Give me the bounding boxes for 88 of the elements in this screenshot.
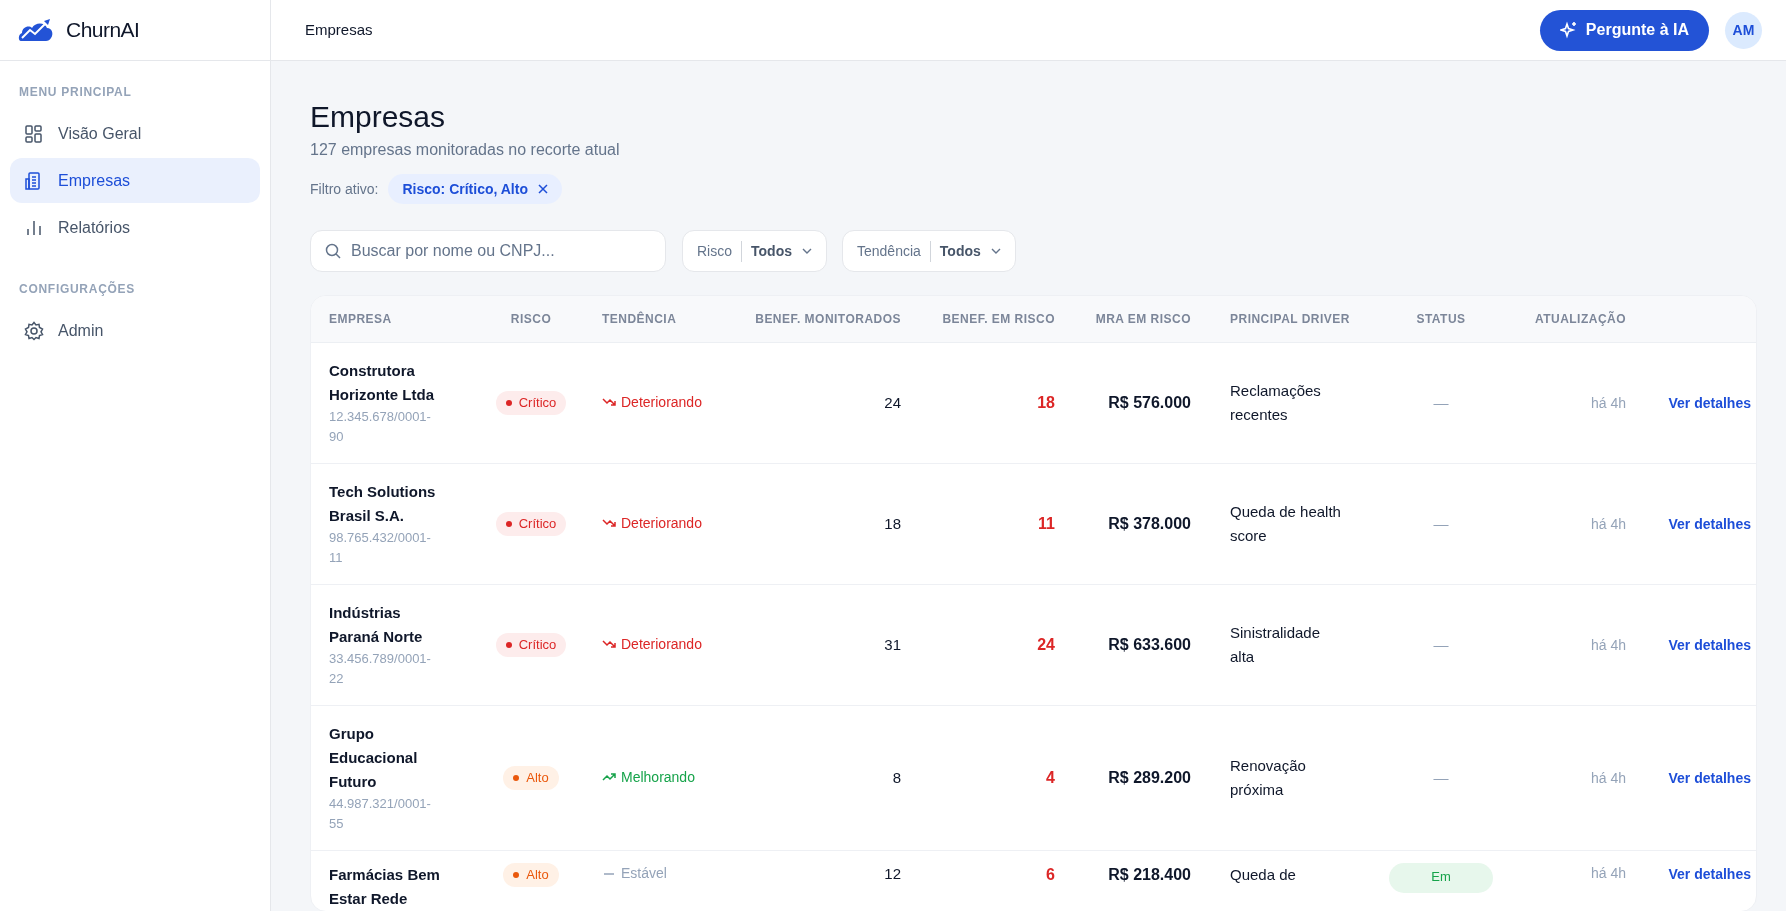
table-cell-text: 12 [883,864,901,884]
ask-ai-button[interactable]: Pergunte à IA [1539,9,1709,51]
status-badge: Em [1389,863,1493,893]
risk-badge: Crítico [495,512,567,536]
sidebar-item[interactable]: Visão Geral [10,111,260,156]
details-link[interactable]: Ver detalhes [1668,769,1751,786]
brand-name: ChurnAI [66,17,140,44]
table-cell-text: 31 [883,634,901,655]
column-header: TENDÊNCIA [601,310,678,328]
trend-indicator: Deteriorando [602,633,702,655]
search-field[interactable]: Buscar por nome ou CNPJ... [310,230,666,272]
risk-badge: Alto [503,766,559,790]
page-header-title: Empresas [305,19,373,40]
filter-dropdown[interactable]: Risco Todos [682,230,827,272]
company-cnpj: 33.456.789/0001-22 [329,650,432,688]
column-header: BENEF. EM RISCO [941,311,1055,328]
filter-dropdown[interactable]: Tendência Todos [842,230,1016,272]
column-header: BENEF. MONITORADOS [754,311,901,328]
sparkle-icon [1559,21,1578,39]
company-name: Indústrias Paraná Norte [329,603,424,647]
company-cnpj: 98.765.432/0001-11 [329,529,432,567]
status-empty: — [1433,513,1449,534]
user-avatar[interactable]: AM [1725,11,1762,49]
table-cell-text: 24 [883,392,901,413]
details-link[interactable]: Ver detalhes [1668,515,1751,532]
trend-indicator: Melhorando [602,766,695,788]
column-header: RISCO [509,311,553,328]
settings-icon [24,320,44,341]
sidebar-item[interactable]: Admin [10,308,260,353]
risk-badge: Crítico [495,391,567,415]
table-cell-text: R$ 289.200 [1107,768,1191,788]
status-empty: — [1433,767,1449,788]
table-cell-text: R$ 633.600 [1107,635,1191,655]
sidebar-item[interactable]: Relatórios [10,205,260,250]
driver-text: Reclamações recentes [1230,381,1322,425]
company-name: Construtora Horizonte Ltda [329,361,435,405]
driver-text: Queda de health score [1230,502,1342,546]
column-header: PRINCIPAL DRIVER [1229,311,1351,328]
column-header: MRA EM RISCO [1094,311,1191,328]
company-name: Tech Solutions Brasil S.A. [329,482,437,526]
table-cell-text: 11 [1037,514,1055,534]
page-subtitle: 127 empresas monitoradas no recorte atual [310,140,621,160]
details-link[interactable]: Ver detalhes [1668,636,1751,653]
table-cell-text: há 4h [1589,514,1626,534]
grid-icon [24,123,44,144]
filter-label: Filtro ativo: [310,179,379,199]
company-name: Grupo Educacional Futuro [329,724,419,792]
table-cell-text: 6 [1045,865,1055,885]
sidebar-item[interactable]: Empresas [10,158,260,203]
section-heading: MENU PRINCIPAL [18,84,133,101]
risk-badge: Crítico [495,633,567,657]
table-cell-text: 18 [883,513,901,534]
table-cell-text: 24 [1036,635,1055,655]
section-heading: CONFIGURAÇÕES [18,280,137,298]
table-cell-text: R$ 378.000 [1107,514,1191,534]
table-cell-text: há 4h [1589,768,1626,788]
table-cell-text: 4 [1045,768,1055,788]
table-cell-text: 8 [891,767,901,788]
column-header: ATUALIZAÇÃO [1533,310,1626,328]
table-cell-text: R$ 218.400 [1107,865,1191,885]
risk-badge: Alto [503,863,559,887]
company-cnpj: 44.987.321/0001-55 [329,795,432,833]
search-icon [325,243,341,259]
status-empty: — [1433,392,1449,413]
table-cell-text: 18 [1036,393,1055,413]
close-icon[interactable] [537,184,548,194]
page-title: Empresas [310,99,447,135]
driver-text: Renovação próxima [1230,756,1307,800]
company-name: Farmácias Bem Estar Rede [329,865,441,909]
driver-text: Sinistralidade alta [1230,623,1322,667]
logo-icon [18,17,54,43]
table-cell-text: há 4h [1589,393,1626,413]
table-cell-text: R$ 576.000 [1107,393,1191,413]
column-header: EMPRESA [329,311,393,328]
chevron-down-icon [802,248,812,254]
table-cell-text: há 4h [1589,635,1626,655]
table-cell-text: há 4h [1589,864,1626,883]
chevron-down-icon [990,248,1001,254]
company-cnpj: 12.345.678/0001-90 [329,408,432,446]
trend-indicator: Deteriorando [602,512,702,534]
trend-indicator: Estável [602,863,667,884]
trend-indicator: Deteriorando [602,391,702,413]
details-link[interactable]: Ver detalhes [1668,394,1751,411]
filter-chip[interactable]: Risco: Crítico, Alto [388,174,562,204]
status-empty: — [1433,634,1449,655]
driver-text: Queda de [1230,865,1297,885]
details-link[interactable]: Ver detalhes [1668,866,1751,882]
column-header: STATUS [1415,311,1467,328]
